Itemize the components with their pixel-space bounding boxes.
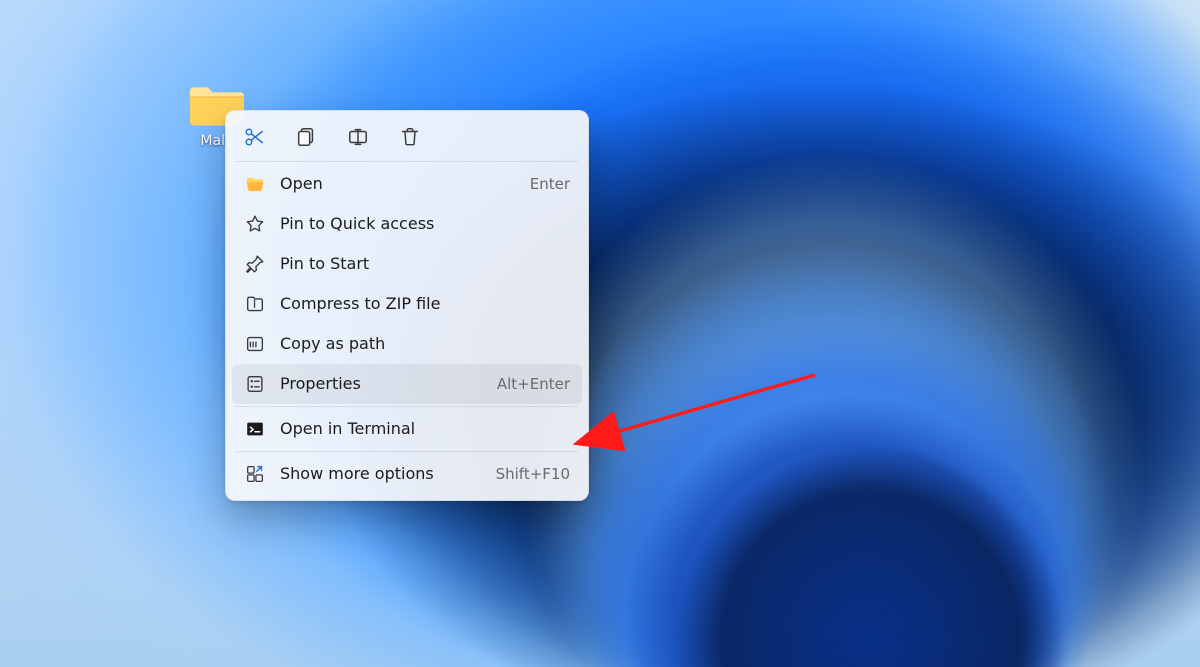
annotation-arrow (595, 365, 825, 455)
menu-item-label: Compress to ZIP file (280, 294, 570, 314)
menu-item-open-terminal[interactable]: Open in Terminal (232, 409, 582, 449)
copy-icon (295, 126, 317, 148)
menu-item-open[interactable]: Open Enter (232, 164, 582, 204)
menu-item-label: Open (280, 174, 516, 194)
context-menu-separator (236, 161, 578, 162)
menu-item-label: Pin to Start (280, 254, 570, 274)
menu-item-shortcut: Enter (530, 174, 570, 194)
pin-icon (244, 253, 266, 275)
folder-open-icon (244, 173, 266, 195)
menu-item-shortcut: Alt+Enter (497, 374, 570, 394)
star-icon (244, 213, 266, 235)
cut-button[interactable] (242, 125, 266, 149)
menu-item-label: Pin to Quick access (280, 214, 570, 234)
menu-item-pin-start[interactable]: Pin to Start (232, 244, 582, 284)
delete-button[interactable] (398, 125, 422, 149)
menu-item-properties[interactable]: Properties Alt+Enter (232, 364, 582, 404)
menu-item-label: Properties (280, 374, 483, 394)
menu-item-label: Copy as path (280, 334, 570, 354)
rename-icon (347, 126, 369, 148)
rename-button[interactable] (346, 125, 370, 149)
menu-item-label: Show more options (280, 464, 482, 484)
context-menu-separator (236, 451, 578, 452)
context-menu: Open Enter Pin to Quick access Pin to St… (225, 110, 589, 501)
context-menu-separator (236, 406, 578, 407)
scissors-icon (243, 126, 265, 148)
menu-item-show-more-options[interactable]: Show more options Shift+F10 (232, 454, 582, 494)
menu-item-label: Open in Terminal (280, 419, 570, 439)
properties-icon (244, 373, 266, 395)
menu-item-copy-as-path[interactable]: Copy as path (232, 324, 582, 364)
copy-path-icon (244, 333, 266, 355)
terminal-icon (244, 418, 266, 440)
menu-item-compress-zip[interactable]: Compress to ZIP file (232, 284, 582, 324)
menu-item-shortcut: Shift+F10 (496, 464, 570, 484)
more-options-icon (244, 463, 266, 485)
copy-button[interactable] (294, 125, 318, 149)
trash-icon (399, 126, 421, 148)
menu-item-pin-quick-access[interactable]: Pin to Quick access (232, 204, 582, 244)
zip-icon (244, 293, 266, 315)
context-menu-action-row (232, 119, 582, 159)
